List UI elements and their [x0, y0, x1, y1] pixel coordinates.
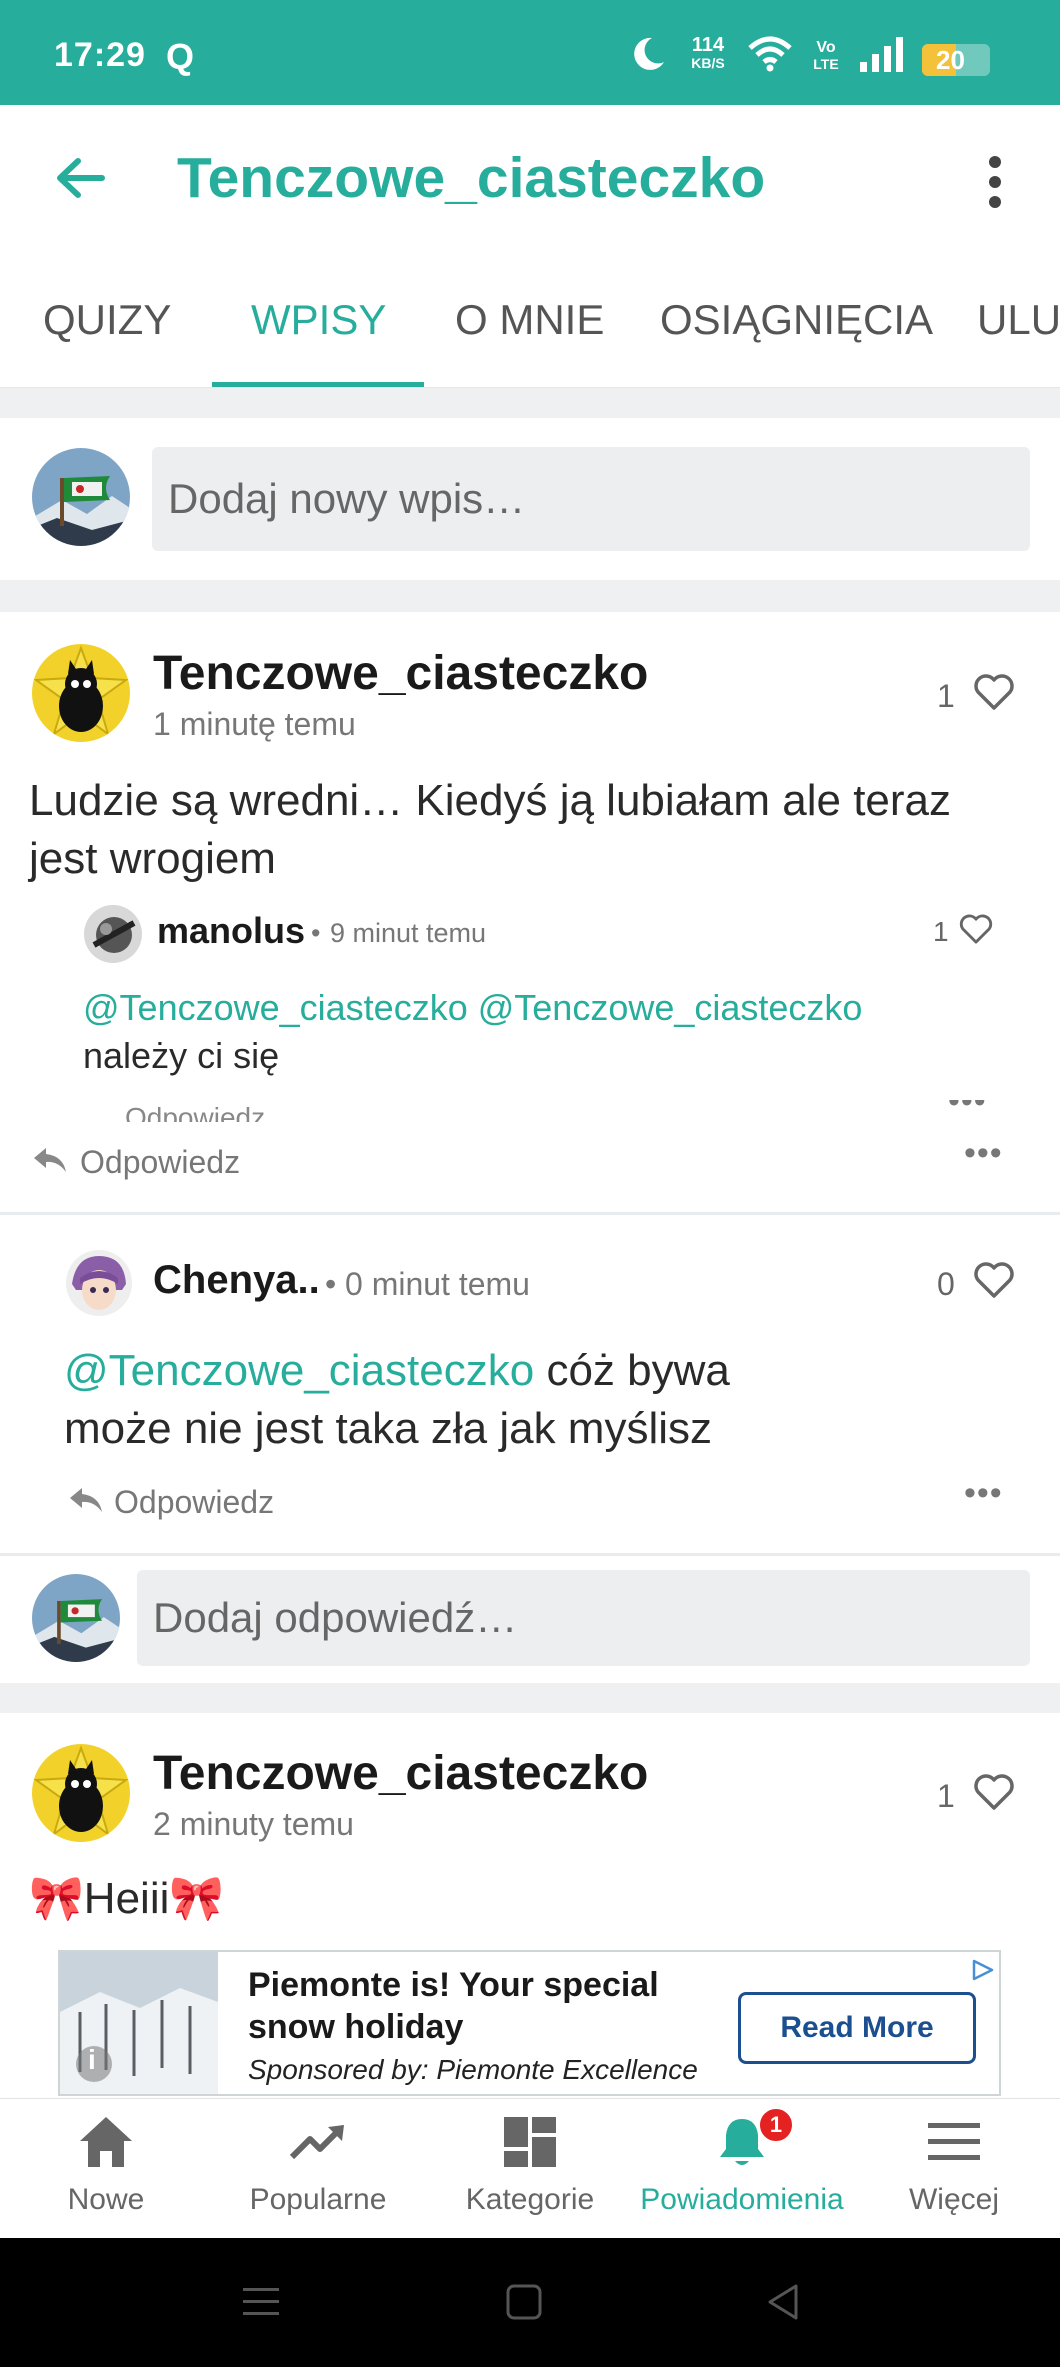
info-icon[interactable]: i [88, 2044, 96, 2076]
comment-timestamp: 9 minut temu [330, 918, 487, 948]
divider [0, 1212, 1060, 1215]
mention-link[interactable]: @Tenczowe_ciasteczko [83, 987, 468, 1028]
nav-kategorie[interactable]: Kategorie [424, 2099, 636, 2239]
bottom-nav: Nowe Popularne Kategorie 1 Powiadomienia [0, 2098, 1060, 2238]
comment-timestamp: 0 minut temu [345, 1266, 530, 1302]
heart-icon[interactable] [972, 1260, 1016, 1300]
status-bar: 17:29 Q 114 KB/S Vo LTE 20 [0, 0, 1060, 105]
comment-author[interactable]: Chenya.. [153, 1258, 320, 1303]
back-button-icon[interactable] [764, 2282, 804, 2322]
like-count: 1 [937, 1778, 955, 1814]
heart-icon[interactable] [972, 1772, 1016, 1812]
post-author[interactable]: Tenczowe_ciasteczko [153, 646, 648, 701]
battery-icon: 20 [922, 44, 990, 76]
section-gap [0, 388, 1060, 418]
post-author[interactable]: Tenczowe_ciasteczko [153, 1746, 648, 1801]
q-icon: Q [166, 36, 195, 77]
avatar[interactable] [32, 448, 130, 546]
more-vert-icon[interactable] [978, 155, 1012, 209]
comment-text: należy ci się [83, 1035, 280, 1076]
avatar[interactable] [32, 1574, 120, 1662]
more-icon[interactable]: ••• [964, 1474, 1003, 1513]
signal-icon [860, 37, 903, 72]
recent-apps-icon[interactable] [241, 2282, 281, 2322]
reply-link[interactable]: Odpowiedz [80, 1144, 240, 1181]
like-count: 1 [937, 678, 955, 714]
wifi-icon [748, 36, 792, 72]
heart-icon[interactable] [958, 912, 994, 946]
avatar[interactable] [84, 905, 142, 963]
nav-wiecej[interactable]: Więcej [848, 2099, 1060, 2239]
section-gap [0, 580, 1060, 612]
tab-ulubione[interactable]: ULU [977, 296, 1060, 344]
home-icon [80, 2117, 132, 2167]
nav-label: Powiadomienia [640, 2183, 844, 2216]
ad-sponsor: Sponsored by: Piemonte Excellence [248, 2054, 698, 2085]
nav-nowe[interactable]: Nowe [0, 2099, 212, 2239]
section-gap [0, 1683, 1060, 1713]
comment-separator: • [311, 918, 321, 948]
trending-icon [289, 2125, 344, 2160]
reply-link[interactable]: Odpowiedz [114, 1484, 274, 1521]
like-count: 1 [933, 916, 949, 947]
sponsored-ad[interactable]: i Piemonte is! Your special snow holiday… [58, 1950, 1001, 2096]
more-icon[interactable]: ••• [964, 1134, 1003, 1173]
ad-headline[interactable]: Piemonte is! Your special snow holiday [248, 1964, 688, 2048]
post-body: 🎀Heiii🎀 [29, 1874, 225, 1923]
app-bar: Tenczowe_ciasteczko [0, 105, 1060, 250]
tab-wpisy[interactable]: WPISY [251, 296, 386, 344]
post-timestamp: 1 minutę temu [153, 706, 356, 742]
comment-author[interactable]: manolus [157, 910, 305, 952]
new-post-input[interactable]: Dodaj nowy wpis… [152, 447, 1030, 551]
home-button-icon[interactable] [504, 2282, 544, 2322]
profile-tabs: QUIZY WPISY O MNIE OSIĄGNIĘCIA ULU [0, 250, 1060, 388]
post-body: Ludzie są wredni… Kiedyś ją lubiałam ale… [29, 776, 952, 883]
ribbon-emoji: 🎀 [29, 1874, 84, 1923]
comment-separator: • [325, 1266, 337, 1302]
volte-indicator: Vo LTE [813, 39, 839, 73]
menu-icon [928, 2123, 980, 2160]
ribbon-emoji: 🎀 [169, 1874, 225, 1923]
read-more-button[interactable]: Read More [738, 1992, 976, 2064]
comment-body: @Tenczowe_ciasteczko cóż bywa [64, 1342, 730, 1400]
nav-label: Więcej [908, 2183, 999, 2216]
avatar[interactable] [66, 1250, 132, 1316]
comment-reply-row-clipped: Odpowiedz ••• [80, 1100, 1040, 1122]
tab-osiagniecia[interactable]: OSIĄGNIĘCIA [660, 296, 933, 344]
mention-link[interactable]: @Tenczowe_ciasteczko [64, 1346, 534, 1395]
reply-link[interactable]: Odpowiedz [125, 1102, 265, 1122]
avatar[interactable] [32, 1744, 130, 1842]
nav-label: Nowe [67, 2183, 145, 2216]
post-timestamp: 2 minuty temu [153, 1806, 354, 1842]
status-time: 17:29 [54, 36, 146, 74]
notification-badge: 1 [758, 2107, 794, 2143]
nav-label: Popularne [249, 2183, 387, 2216]
reply-icon[interactable] [68, 1484, 104, 1516]
back-arrow-icon[interactable] [52, 153, 108, 203]
avatar[interactable] [32, 644, 130, 742]
heart-icon[interactable] [972, 672, 1016, 712]
nav-powiadomienia[interactable]: 1 Powiadomienia [636, 2099, 848, 2239]
mention-link[interactable]: @Tenczowe_ciasteczko [478, 987, 863, 1028]
comment-text: cóż bywa [534, 1346, 730, 1395]
reply-icon[interactable] [32, 1144, 68, 1176]
ad-image[interactable]: i [60, 1952, 218, 2094]
net-speed: 114 KB/S [691, 34, 725, 71]
reply-input[interactable]: Dodaj odpowiedź… [137, 1570, 1030, 1666]
adchoices-icon[interactable] [970, 1958, 996, 1982]
nav-popularne[interactable]: Popularne [212, 2099, 424, 2239]
page-title: Tenczowe_ciasteczko [177, 146, 766, 210]
tab-o-mnie[interactable]: O MNIE [455, 296, 604, 344]
comment-text-line2: może nie jest taka zła jak myślisz [64, 1404, 712, 1453]
moon-icon [634, 37, 664, 70]
divider [0, 1553, 1060, 1556]
tab-quizy[interactable]: QUIZY [43, 296, 171, 344]
nav-label: Kategorie [465, 2183, 595, 2216]
dashboard-icon [504, 2117, 556, 2167]
like-count: 0 [937, 1266, 955, 1302]
system-nav-bar [0, 2238, 1060, 2367]
more-icon[interactable]: ••• [948, 1100, 987, 1121]
comment-body: @Tenczowe_ciasteczko @Tenczowe_ciasteczk… [83, 984, 862, 1032]
